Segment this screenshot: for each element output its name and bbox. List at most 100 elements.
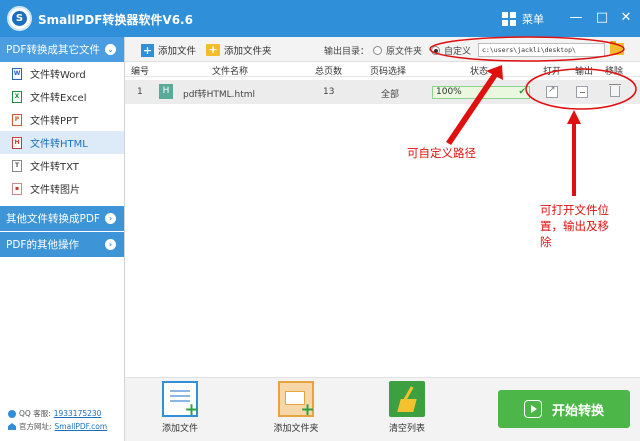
menu-button[interactable]: 菜单 (502, 10, 544, 28)
open-location-icon[interactable] (576, 86, 588, 98)
home-icon (8, 423, 16, 430)
row-index: 1 (137, 87, 143, 97)
close-button[interactable]: ✕ (616, 8, 636, 28)
sidebar-section-pdf-other-ops[interactable]: PDF的其他操作 › (0, 232, 124, 257)
app-logo-icon: S (7, 6, 32, 31)
minimize-button[interactable]: — (566, 8, 586, 28)
annotation-open-location: 可打开文件位 置，输出及移 除 (540, 202, 609, 250)
title-bar: S SmallPDF转换器软件V6.6 菜单 — □ ✕ (0, 0, 640, 37)
row-file-name: pdf转HTML.html (183, 90, 256, 100)
site-label: 官方网址: (19, 422, 52, 431)
sidebar-item-html[interactable]: H 文件转HTML (0, 131, 124, 154)
sidebar-item-label: 文件转Word (30, 70, 86, 81)
col-open: 打开 (543, 67, 562, 77)
start-convert-label: 开始转换 (551, 403, 604, 419)
site-link[interactable]: SmallPDF.com (55, 422, 108, 431)
col-page-select: 页码选择 (370, 67, 407, 77)
bottom-add-file-button[interactable]: + 添加文件 (145, 381, 215, 434)
sidebar-item-label: 文件转TXT (30, 162, 79, 173)
radio-original-folder[interactable]: 原文件夹 (373, 44, 422, 57)
sidebar-section-label: PDF的其他操作 (6, 239, 79, 251)
row-progress-bar: 100% ✔ (432, 86, 530, 99)
annotation-line: 可打开文件位 (540, 203, 609, 217)
col-name: 文件名称 (212, 67, 249, 77)
bottom-add-folder-button[interactable]: + 添加文件夹 (261, 381, 331, 434)
sidebar-section-label: 其他文件转换成PDF (6, 213, 100, 225)
bottom-add-folder-label: 添加文件夹 (273, 424, 319, 434)
col-remove: 移除 (605, 67, 624, 77)
txt-file-icon: T (12, 159, 22, 172)
radio-custom-label: 自定义 (444, 47, 472, 57)
output-path-input[interactable]: c:\users\jackli\desktop\ (478, 43, 605, 57)
sidebar-item-ppt[interactable]: P 文件转PPT (0, 108, 124, 131)
sidebar-item-label: 文件转HTML (30, 139, 88, 150)
contact-info: QQ 客服: 1933175230 官方网址: SmallPDF.com (0, 407, 125, 433)
app-title: SmallPDF转换器软件V6.6 (38, 13, 193, 27)
add-file-icon: + (141, 43, 154, 57)
col-status: 状态 (470, 67, 489, 77)
radio-custom-folder[interactable]: 自定义 (431, 44, 471, 57)
word-file-icon: W (12, 67, 22, 80)
sidebar-section-label: PDF转换成其它文件 (6, 44, 100, 56)
clear-list-button[interactable]: 清空列表 (372, 381, 442, 434)
html-file-icon: H (159, 84, 173, 99)
html-file-icon: H (12, 136, 22, 149)
sidebar-item-label: 文件转图片 (30, 185, 80, 196)
radio-original-label: 原文件夹 (386, 47, 423, 57)
add-folder-icon: + (206, 44, 220, 56)
output-dir-label: 输出目录： (324, 47, 370, 57)
sidebar-section-pdf-to-other[interactable]: PDF转换成其它文件 ⌄ (0, 37, 124, 62)
annotation-line: 置，输出及移 (540, 219, 609, 233)
radio-dot (373, 46, 382, 55)
plus-icon: + (184, 400, 199, 420)
start-convert-button[interactable]: 开始转换 (498, 390, 630, 428)
sidebar-item-excel[interactable]: X 文件转Excel (0, 85, 124, 108)
qq-link[interactable]: 1933175230 (54, 409, 102, 418)
chevron-right-icon: › (105, 213, 116, 224)
col-pages: 总页数 (315, 67, 343, 77)
app-logo-letter: S (12, 11, 27, 26)
sidebar: PDF转换成其它文件 ⌄ W 文件转Word X 文件转Excel P 文件转P… (0, 37, 125, 441)
menu-label: 菜单 (522, 13, 544, 26)
add-file-large-icon: + (162, 381, 199, 420)
clear-list-label: 清空列表 (388, 424, 425, 434)
row-page-select[interactable]: 全部 (381, 87, 399, 100)
trash-icon[interactable] (609, 84, 621, 97)
table-row[interactable]: 1 H pdf转HTML.html 13 全部 100% ✔ (125, 80, 640, 104)
add-folder-label: 添加文件夹 (224, 46, 272, 57)
plus-icon: + (300, 400, 315, 420)
annotation-line: 除 (540, 235, 552, 249)
sidebar-item-txt[interactable]: T 文件转TXT (0, 154, 124, 177)
chevron-right-icon: › (105, 239, 116, 250)
sidebar-section-other-to-pdf[interactable]: 其他文件转换成PDF › (0, 206, 124, 231)
add-file-label: 添加文件 (158, 46, 197, 57)
radio-dot-selected (431, 46, 440, 55)
row-pages: 13 (323, 87, 335, 97)
sidebar-item-word[interactable]: W 文件转Word (0, 62, 124, 85)
open-file-icon[interactable] (546, 85, 558, 98)
maximize-button[interactable]: □ (592, 8, 612, 28)
arrow-to-action-icons (567, 110, 581, 196)
play-icon (523, 400, 542, 418)
qq-icon (8, 409, 16, 418)
bottom-add-file-label: 添加文件 (161, 424, 198, 434)
menu-grid-icon (502, 12, 516, 26)
browse-folder-icon[interactable] (610, 41, 624, 55)
arrow-to-path-field (446, 65, 503, 145)
add-folder-button[interactable]: + 添加文件夹 (206, 43, 272, 57)
sidebar-item-label: 文件转PPT (30, 116, 79, 127)
add-folder-large-icon: + (278, 381, 315, 420)
toolbar: + 添加文件 + 添加文件夹 输出目录： 原文件夹 自定义 c:\users\j… (125, 37, 640, 62)
chevron-down-icon: ⌄ (105, 44, 116, 55)
add-file-button[interactable]: + 添加文件 (141, 43, 196, 57)
progress-text: 100% (436, 87, 462, 97)
sidebar-item-image[interactable]: ▪ 文件转图片 (0, 177, 124, 200)
sidebar-item-label: 文件转Excel (30, 93, 87, 104)
annotation-custom-path: 可自定义路径 (407, 146, 476, 160)
ppt-file-icon: P (12, 113, 22, 126)
qq-label: QQ 客服: (19, 409, 51, 418)
col-index: 编号 (131, 67, 150, 77)
image-file-icon: ▪ (12, 182, 22, 195)
bottom-toolbar: + 添加文件 + 添加文件夹 清空列表 开始转换 (125, 377, 640, 441)
excel-file-icon: X (12, 90, 22, 103)
